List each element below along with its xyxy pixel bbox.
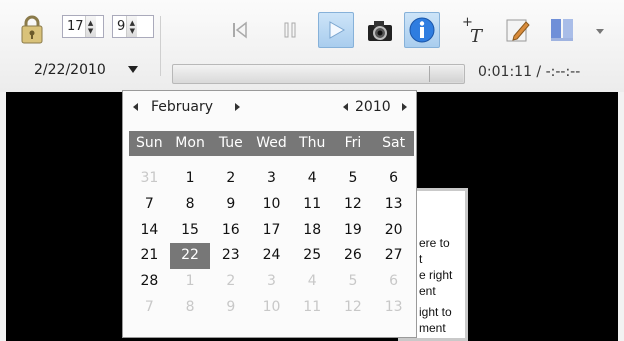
day-cell[interactable]: 18 [292, 218, 333, 244]
pause-icon [284, 22, 296, 38]
calendar-header: February 2010 [123, 94, 416, 122]
date-field[interactable]: 2/22/2010 [34, 62, 106, 78]
edit-button[interactable] [500, 12, 536, 48]
day-cell[interactable]: 13 [373, 192, 414, 218]
spinner-b[interactable]: 9 ▲ ▼ [112, 15, 154, 38]
add-text-icon: + T [462, 15, 484, 45]
day-cell[interactable]: 10 [251, 295, 292, 321]
layout-button[interactable] [544, 12, 580, 48]
day-grid: 31 1 2 3 4 5 6 7 8 9 10 11 12 13 14 15 16 17 18 19 20 21 22 23 2… [129, 166, 414, 321]
day-cell[interactable]: 5 [333, 166, 374, 192]
spinner-a[interactable]: 17 ▲ ▼ [62, 15, 104, 38]
day-cell[interactable]: 5 [333, 269, 374, 295]
skip-to-start-icon [233, 21, 247, 39]
note-line: ere to [419, 236, 450, 250]
day-cell[interactable]: 11 [292, 192, 333, 218]
day-cell[interactable]: 8 [170, 295, 211, 321]
note-line: t [419, 252, 423, 266]
add-text-button[interactable]: + T [456, 12, 492, 48]
camera-icon [368, 21, 392, 41]
skip-to-start-button[interactable] [222, 12, 258, 48]
time-readout: 0:01:11 / -:--:-- [478, 64, 581, 80]
weekday-label: Sun [136, 135, 163, 151]
day-cell[interactable]: 12 [333, 295, 374, 321]
next-year-icon[interactable] [402, 103, 407, 111]
day-cell[interactable]: 6 [373, 269, 414, 295]
spinner-b-value: 9 [117, 19, 126, 34]
day-cell[interactable]: 2 [210, 269, 251, 295]
seek-slider[interactable] [172, 64, 465, 84]
weekday-label: Mon [175, 135, 205, 151]
day-cell[interactable]: 9 [210, 295, 251, 321]
day-cell[interactable]: 24 [251, 243, 292, 269]
seek-slider-thumb[interactable] [429, 66, 463, 82]
day-cell[interactable]: 8 [170, 192, 211, 218]
weekday-header: Sun Mon Tue Wed Thu Fri Sat [129, 131, 414, 156]
date-dropdown-chevron-down-icon[interactable] [128, 66, 138, 73]
snapshot-button[interactable] [362, 12, 398, 48]
day-cell[interactable]: 6 [373, 166, 414, 192]
play-button[interactable] [318, 12, 354, 48]
day-cell[interactable]: 21 [129, 243, 170, 269]
day-cell[interactable]: 10 [251, 192, 292, 218]
layout-icon [551, 19, 573, 41]
day-cell[interactable]: 7 [129, 192, 170, 218]
weekday-label: Tue [218, 135, 243, 151]
toolbar: 17 ▲ ▼ 9 ▲ ▼ + T 2/22/2010 0:01:11 / -:-… [0, 0, 624, 92]
svg-text:T: T [470, 26, 484, 45]
weekday-label: Fri [344, 135, 362, 151]
month-label[interactable]: February [151, 99, 213, 115]
day-cell[interactable]: 15 [170, 218, 211, 244]
next-month-icon[interactable] [235, 103, 240, 111]
toolbar-divider [160, 16, 161, 76]
day-cell[interactable]: 1 [170, 166, 211, 192]
day-cell[interactable]: 31 [129, 166, 170, 192]
day-cell[interactable]: 3 [251, 269, 292, 295]
spinner-a-value: 17 [67, 19, 84, 34]
toolbar-overflow-chevron-icon[interactable] [596, 29, 604, 34]
note-line: ight to [419, 305, 452, 319]
day-cell[interactable]: 12 [333, 192, 374, 218]
play-icon [329, 21, 346, 39]
weekday-label: Sat [382, 135, 406, 151]
day-cell[interactable]: 20 [373, 218, 414, 244]
weekday-label: Wed [256, 135, 287, 151]
day-cell[interactable]: 16 [210, 218, 251, 244]
day-cell[interactable]: 14 [129, 218, 170, 244]
day-cell[interactable]: 1 [170, 269, 211, 295]
day-cell[interactable]: 27 [373, 243, 414, 269]
info-icon [409, 17, 435, 43]
year-label[interactable]: 2010 [355, 99, 391, 115]
edit-note-icon [506, 19, 530, 42]
pause-button[interactable] [272, 12, 308, 48]
note-line: e right [419, 268, 453, 282]
note-line: ment [419, 321, 446, 335]
info-button[interactable] [404, 12, 440, 48]
weekday-label: Thu [299, 135, 326, 151]
day-cell[interactable]: 23 [210, 243, 251, 269]
day-cell-selected[interactable]: 22 [169, 243, 211, 270]
day-cell[interactable]: 2 [210, 166, 251, 192]
day-cell[interactable]: 9 [210, 192, 251, 218]
spinner-a-arrows[interactable]: ▲ ▼ [84, 16, 96, 37]
day-cell[interactable]: 3 [251, 166, 292, 192]
day-cell[interactable]: 28 [129, 269, 170, 295]
note-line: ent [419, 284, 436, 298]
spinner-b-arrows[interactable]: ▲ ▼ [126, 16, 138, 37]
prev-month-icon[interactable] [133, 103, 138, 111]
day-cell[interactable]: 19 [333, 218, 374, 244]
date-picker-popup: February 2010 Sun Mon Tue Wed Thu Fri Sat 31 1 2… [122, 90, 417, 338]
day-cell[interactable]: 7 [129, 295, 170, 321]
day-cell[interactable]: 4 [292, 166, 333, 192]
day-cell[interactable]: 11 [292, 295, 333, 321]
day-cell[interactable]: 25 [292, 243, 333, 269]
prev-year-icon[interactable] [343, 103, 348, 111]
day-cell[interactable]: 4 [292, 269, 333, 295]
lock-icon[interactable] [20, 14, 44, 44]
day-cell[interactable]: 17 [251, 218, 292, 244]
day-cell[interactable]: 26 [333, 243, 374, 269]
day-cell[interactable]: 13 [373, 295, 414, 321]
